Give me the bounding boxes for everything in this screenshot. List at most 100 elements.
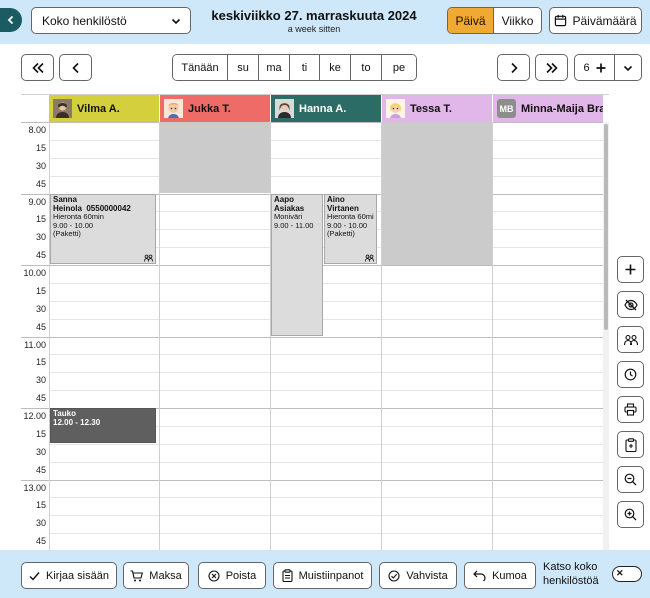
time-label: 15 xyxy=(35,214,46,225)
time-label: 45 xyxy=(35,464,46,475)
day-monday[interactable]: ma xyxy=(258,55,289,80)
print-button[interactable] xyxy=(617,396,644,423)
time-label: 30 xyxy=(35,303,46,314)
next-week-button[interactable] xyxy=(535,54,568,81)
grid-row-line xyxy=(49,139,603,141)
undo-icon xyxy=(473,570,486,581)
staff-column-header[interactable]: Vilma A. xyxy=(49,95,159,122)
chevron-down-icon xyxy=(171,18,181,24)
break-block[interactable]: Tauko 12.00 - 12.30 xyxy=(50,408,156,443)
chevron-right-icon xyxy=(510,62,518,73)
add-column-button[interactable]: 6 xyxy=(575,55,615,80)
date-picker-button[interactable]: Päivämäärä xyxy=(549,7,642,34)
staff-column-header[interactable]: MB Minna-Maija Brax xyxy=(493,95,603,122)
photo-avatar-icon xyxy=(53,99,72,118)
time-label: 30 xyxy=(35,160,46,171)
grid-row-line xyxy=(21,336,603,338)
view-day-button[interactable]: Päivä xyxy=(448,8,493,33)
grid-column-line xyxy=(270,122,271,550)
undo-label: Kumoa xyxy=(492,569,527,582)
staff-column-header[interactable]: Hanna A. xyxy=(271,95,381,122)
view-all-staff-toggle[interactable]: ✕ xyxy=(612,566,642,582)
hide-button[interactable] xyxy=(617,291,644,318)
time-label: 30 xyxy=(35,518,46,529)
check-circle-icon xyxy=(388,569,400,582)
clock-icon xyxy=(624,368,637,381)
time-label: 45 xyxy=(35,393,46,404)
day-sunday[interactable]: su xyxy=(227,55,258,80)
day-tuesday[interactable]: ti xyxy=(289,55,319,80)
group-button[interactable] xyxy=(617,326,644,353)
appointment-card[interactable]: Sanna Heinola 0550000042 Hieronta 60min … xyxy=(50,194,156,264)
zoom-out-button[interactable] xyxy=(617,466,644,493)
date-picker-label: Päivämäärä xyxy=(572,13,637,28)
time-label: 30 xyxy=(35,375,46,386)
appointment-card[interactable]: Aino Virtanen Hieronta 60mi 9.00 - 10.00… xyxy=(324,194,377,264)
grid-row-line xyxy=(49,354,603,356)
time-label: 45 xyxy=(35,536,46,547)
photo-avatar-icon xyxy=(275,99,294,118)
time-label: 15 xyxy=(35,357,46,368)
chevron-left-icon xyxy=(7,15,14,25)
package-icon xyxy=(144,254,153,262)
zoom-in-button[interactable] xyxy=(617,501,644,528)
close-circle-icon xyxy=(208,569,220,582)
checkin-button[interactable]: Kirjaa sisään xyxy=(21,562,117,589)
undo-button[interactable]: Kumoa xyxy=(464,562,536,589)
appointment-client: Aapo Asiakas xyxy=(274,195,305,213)
day-friday[interactable]: pe xyxy=(381,55,416,80)
date-relative: a week sitten xyxy=(287,24,341,34)
staff-name: Minna-Maija Brax xyxy=(521,102,603,115)
cartoon-avatar-icon xyxy=(164,99,183,118)
unavailable-block xyxy=(382,122,492,265)
grid-row-line xyxy=(49,461,603,463)
staff-column-header[interactable]: Tessa T. xyxy=(382,95,492,122)
confirm-button[interactable]: Vahvista xyxy=(379,562,457,589)
break-time: 12.00 - 12.30 xyxy=(53,417,101,427)
double-chevron-left-icon xyxy=(31,62,44,73)
day-wednesday[interactable]: ke xyxy=(319,55,350,80)
today-button[interactable]: Tänään xyxy=(173,55,227,80)
time-button[interactable] xyxy=(617,361,644,388)
clipboard-icon xyxy=(282,569,293,582)
copy-button[interactable] xyxy=(617,431,644,458)
add-appointment-button[interactable] xyxy=(617,256,644,283)
column-count-control: 6 xyxy=(574,54,642,81)
day-selector: Tänään su ma ti ke to pe xyxy=(172,54,417,81)
view-week-button[interactable]: Viikko xyxy=(493,8,541,33)
chevron-down-icon xyxy=(623,65,633,71)
grid-row-line xyxy=(49,390,603,392)
notes-button[interactable]: Muistiinpanot xyxy=(273,562,372,589)
time-label: 30 xyxy=(35,446,46,457)
next-day-button[interactable] xyxy=(497,54,530,81)
cart-icon xyxy=(130,569,144,581)
chevron-left-icon xyxy=(71,62,79,73)
prev-day-button[interactable] xyxy=(59,54,92,81)
grid-column-line xyxy=(49,122,50,550)
column-count-dropdown[interactable] xyxy=(615,55,641,80)
time-label: 12.00 xyxy=(23,411,46,421)
toggle-off-icon: ✕ xyxy=(616,568,624,578)
staff-select[interactable]: Koko henkilöstö xyxy=(31,7,191,34)
grid-row-line xyxy=(49,300,603,302)
clipboard-icon xyxy=(624,437,637,452)
time-label: 11.00 xyxy=(24,339,46,350)
appointment-card[interactable]: Aapo Asiakas Moniväri 9.00 - 11.00 xyxy=(271,194,323,336)
prev-week-button[interactable] xyxy=(21,54,54,81)
time-label: 15 xyxy=(35,142,46,153)
scrollbar-thumb[interactable] xyxy=(604,124,608,330)
day-thursday[interactable]: to xyxy=(350,55,381,80)
grid-row-line xyxy=(49,443,603,445)
appointment-note: (Paketti) xyxy=(53,229,81,238)
notes-label: Muistiinpanot xyxy=(298,569,364,582)
grid-row-line xyxy=(21,479,603,481)
back-button[interactable] xyxy=(0,8,22,32)
staff-name: Jukka T. xyxy=(188,102,231,115)
time-label: 45 xyxy=(35,250,46,261)
column-count: 6 xyxy=(583,61,590,74)
calendar-scrollbar[interactable] xyxy=(603,122,609,550)
staff-column-header[interactable]: Jukka T. xyxy=(160,95,270,122)
pay-button[interactable]: Maksa xyxy=(123,562,189,589)
delete-button[interactable]: Poista xyxy=(198,562,266,589)
grid-row-line xyxy=(49,497,603,499)
